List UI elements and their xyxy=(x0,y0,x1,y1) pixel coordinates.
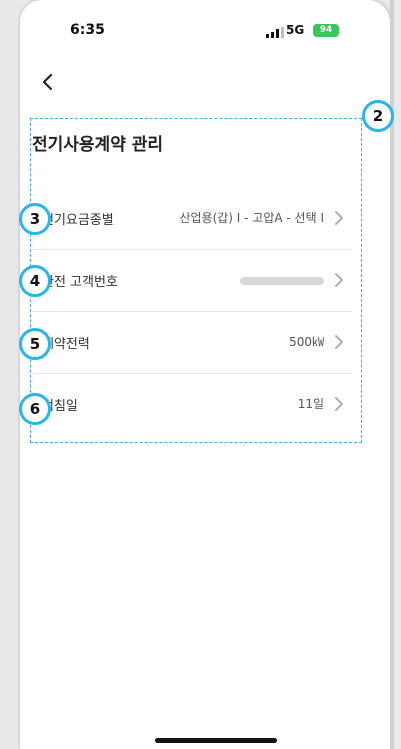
row-label: 한전 고객번호 xyxy=(42,275,118,290)
row-label: 전기요금종별 xyxy=(42,213,114,228)
battery-icon: 94 xyxy=(313,24,339,37)
signal-icon xyxy=(266,27,284,38)
callout-badge-5: 5 xyxy=(19,328,51,360)
callout-badge-3: 3 xyxy=(19,203,51,235)
callout-badge-6: 6 xyxy=(19,393,51,425)
row-value: 11일 xyxy=(297,397,324,411)
callout-badge-2: 2 xyxy=(362,100,394,132)
status-bar: 6:35 5G 94 xyxy=(0,0,370,60)
row-value: 산업용(갑) Ⅰ - 고압A - 선택 Ⅰ xyxy=(179,211,324,225)
chevron-right-icon xyxy=(335,397,343,411)
row-tariff-type[interactable]: 전기요금종별 산업용(갑) Ⅰ - 고압A - 선택 Ⅰ xyxy=(32,188,352,250)
row-meter-reading-day[interactable]: 검침일 11일 xyxy=(32,374,352,436)
status-time: 6:35 xyxy=(70,22,105,38)
masked-customer-number xyxy=(240,277,324,285)
back-button[interactable] xyxy=(38,72,58,92)
network-label: 5G xyxy=(286,23,305,37)
callout-badge-4: 4 xyxy=(19,265,51,297)
row-customer-number[interactable]: 한전 고객번호 xyxy=(32,250,352,312)
row-value: 500㎾ xyxy=(289,335,324,349)
row-contract-power[interactable]: 계약전력 500㎾ xyxy=(32,312,352,374)
home-indicator xyxy=(155,738,277,743)
page-title: 전기사용계약 관리 xyxy=(32,135,164,155)
chevron-right-icon xyxy=(335,273,343,287)
chevron-right-icon xyxy=(335,211,343,225)
chevron-right-icon xyxy=(335,335,343,349)
